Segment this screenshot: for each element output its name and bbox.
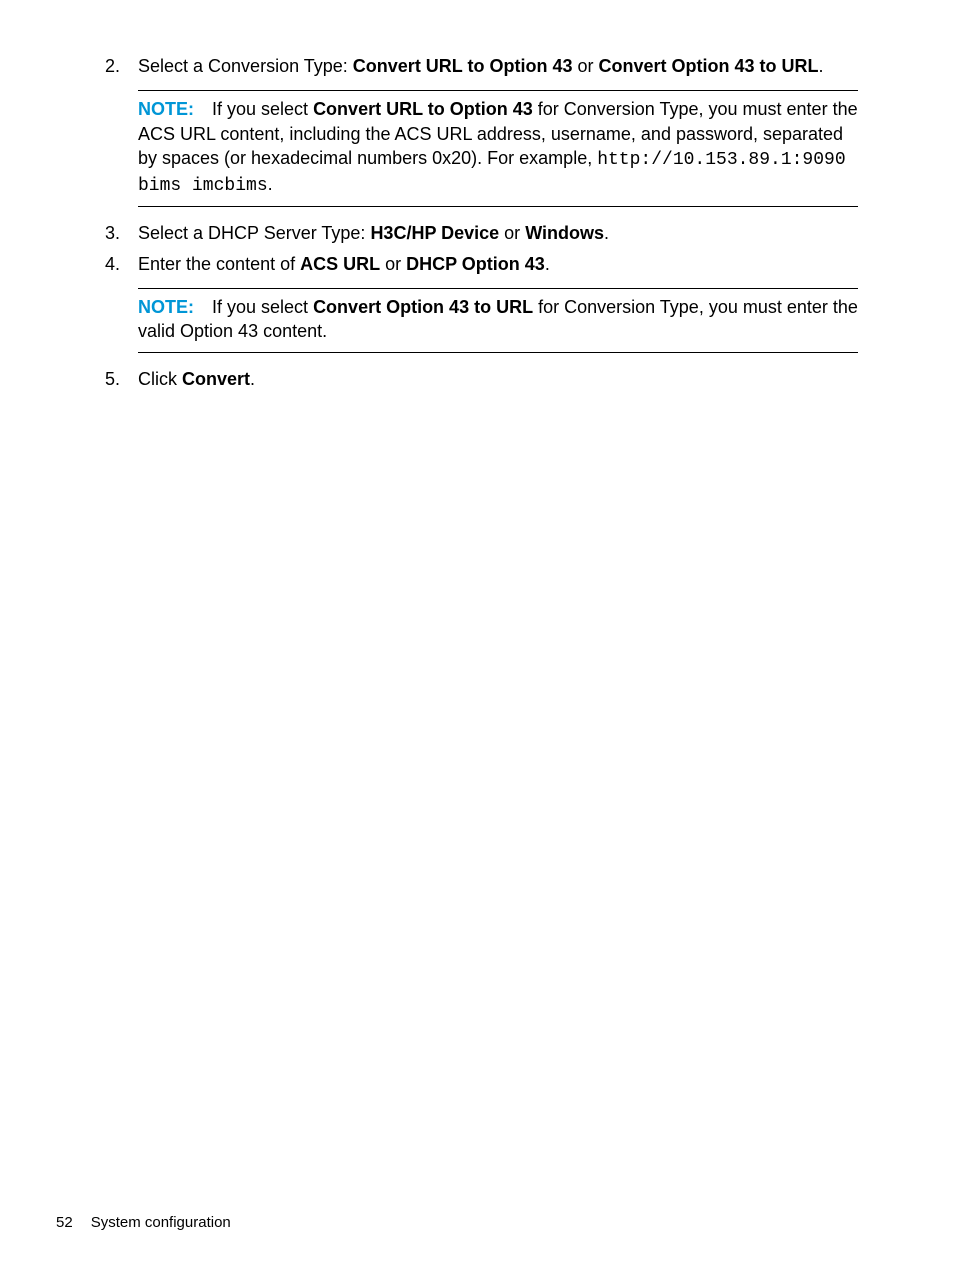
text-fragment: Enter the content of (138, 254, 300, 274)
text-fragment: Click (138, 369, 182, 389)
note-label: NOTE: (138, 297, 194, 317)
text-fragment: Select a DHCP Server Type: (138, 223, 370, 243)
page-footer: 52 System configuration (56, 1213, 231, 1233)
bold-text: ACS URL (300, 254, 380, 274)
step-2: 2. Select a Conversion Type: Convert URL… (96, 54, 858, 215)
step-number: 5. (96, 367, 138, 391)
bold-text: Convert URL to Option 43 (313, 99, 533, 119)
text-fragment: or (499, 223, 525, 243)
bold-text: Convert URL to Option 43 (353, 56, 573, 76)
text-fragment: Select a Conversion Type: (138, 56, 353, 76)
note-box: NOTE: If you select Convert URL to Option… (138, 90, 858, 207)
step-body: Select a Conversion Type: Convert URL to… (138, 54, 858, 215)
step-text: Enter the content of ACS URL or DHCP Opt… (138, 252, 858, 276)
step-body: Click Convert. (138, 367, 858, 391)
bold-text: Windows (525, 223, 604, 243)
note-label: NOTE: (138, 99, 194, 119)
bold-text: Convert Option 43 to URL (599, 56, 819, 76)
text-fragment: . (604, 223, 609, 243)
text-fragment: If you select (212, 297, 313, 317)
note-box: NOTE: If you select Convert Option 43 to … (138, 288, 858, 353)
step-number: 3. (96, 221, 138, 245)
page-number: 52 (56, 1214, 73, 1231)
step-number: 2. (96, 54, 138, 215)
text-fragment: or (380, 254, 406, 274)
step-number: 4. (96, 252, 138, 361)
step-body: Select a DHCP Server Type: H3C/HP Device… (138, 221, 858, 245)
bold-text: Convert Option 43 to URL (313, 297, 533, 317)
main-content: 2. Select a Conversion Type: Convert URL… (0, 0, 954, 391)
text-fragment: . (545, 254, 550, 274)
bold-text: Convert (182, 369, 250, 389)
footer-title: System configuration (91, 1214, 231, 1231)
text-fragment: . (250, 369, 255, 389)
text-fragment: . (819, 56, 824, 76)
text-fragment: If you select (212, 99, 313, 119)
step-text: Select a Conversion Type: Convert URL to… (138, 54, 858, 78)
step-5: 5. Click Convert. (96, 367, 858, 391)
step-3: 3. Select a DHCP Server Type: H3C/HP Dev… (96, 221, 858, 245)
step-list: 2. Select a Conversion Type: Convert URL… (96, 54, 858, 391)
text-fragment: . (268, 174, 273, 194)
bold-text: H3C/HP Device (370, 223, 499, 243)
step-4: 4. Enter the content of ACS URL or DHCP … (96, 252, 858, 361)
text-fragment: or (572, 56, 598, 76)
bold-text: DHCP Option 43 (406, 254, 545, 274)
step-body: Enter the content of ACS URL or DHCP Opt… (138, 252, 858, 361)
